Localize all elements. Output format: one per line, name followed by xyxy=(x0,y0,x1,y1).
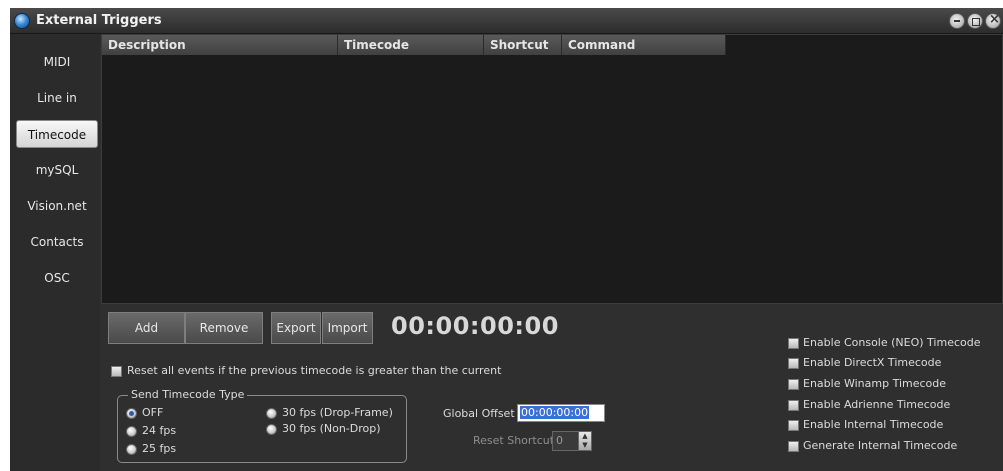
reset-shortcut-label: Reset Shortcut xyxy=(473,434,555,447)
send-timecode-type-title: Send Timecode Type xyxy=(128,388,248,401)
reset-events-checkbox[interactable] xyxy=(111,366,122,377)
stepper-arrows-icon[interactable]: ▲ ▼ xyxy=(578,432,591,450)
generate-internal-label: Generate Internal Timecode xyxy=(803,439,958,452)
sidebar-item-mysql[interactable]: mySQL xyxy=(16,156,98,184)
triggers-table[interactable]: Description Timecode Shortcut Command xyxy=(101,34,1003,304)
export-button[interactable]: Export xyxy=(271,312,321,344)
timecode-settings-panel: Add Remove Export Import 00:00:00:00 Res… xyxy=(101,304,1003,471)
radio-30fps-non-drop[interactable] xyxy=(266,424,277,435)
global-offset-input[interactable]: 00:00:00:00 xyxy=(517,404,605,422)
global-offset-label: Global Offset xyxy=(443,407,515,420)
radio-30fps-drop-frame-label: 30 fps (Drop-Frame) xyxy=(282,406,393,419)
import-button[interactable]: Import xyxy=(322,312,373,344)
maximize-button[interactable] xyxy=(967,13,983,29)
column-header-shortcut[interactable]: Shortcut xyxy=(484,35,562,55)
sidebar-item-line-in[interactable]: Line in xyxy=(16,84,98,112)
sidebar-item-osc[interactable]: OSC xyxy=(16,264,98,292)
window-title: External Triggers xyxy=(36,13,162,28)
sidebar-item-midi[interactable]: MIDI xyxy=(16,48,98,76)
timecode-display: 00:00:00:00 xyxy=(391,312,559,340)
radio-24fps-label: 24 fps xyxy=(142,424,177,437)
radio-24fps[interactable] xyxy=(126,426,137,437)
enable-adrienne-checkbox[interactable] xyxy=(788,400,799,411)
global-offset-value: 00:00:00:00 xyxy=(520,406,590,419)
sidebar: MIDI Line in Timecode mySQL Vision.net C… xyxy=(10,34,100,471)
enable-adrienne-label: Enable Adrienne Timecode xyxy=(803,398,951,411)
enable-winamp-label: Enable Winamp Timecode xyxy=(803,377,947,390)
enable-winamp-checkbox[interactable] xyxy=(788,379,799,390)
close-button[interactable] xyxy=(985,12,1001,29)
enable-directx-checkbox[interactable] xyxy=(788,358,799,369)
enable-internal-label: Enable Internal Timecode xyxy=(803,418,944,431)
reset-events-label: Reset all events if the previous timecod… xyxy=(127,364,502,377)
generate-internal-checkbox[interactable] xyxy=(788,441,799,452)
radio-30fps-drop-frame[interactable] xyxy=(266,408,277,419)
sidebar-item-vision-net[interactable]: Vision.net xyxy=(16,192,98,220)
radio-30fps-non-drop-label: 30 fps (Non-Drop) xyxy=(282,422,381,435)
column-header-timecode[interactable]: Timecode xyxy=(338,35,484,55)
radio-25fps-label: 25 fps xyxy=(142,442,177,455)
radio-off[interactable] xyxy=(126,408,137,419)
enable-directx-label: Enable DirectX Timecode xyxy=(803,356,942,369)
enable-internal-checkbox[interactable] xyxy=(788,420,799,431)
radio-off-label: OFF xyxy=(142,406,164,419)
enable-console-neo-checkbox[interactable] xyxy=(788,338,799,349)
remove-button[interactable]: Remove xyxy=(185,312,263,344)
column-header-command[interactable]: Command xyxy=(562,35,726,55)
enable-console-neo-label: Enable Console (NEO) Timecode xyxy=(803,336,981,349)
radio-25fps[interactable] xyxy=(126,444,137,455)
external-triggers-window: External Triggers MIDI Line in Timecode … xyxy=(10,8,1003,471)
reset-shortcut-stepper[interactable]: 0 ▲ ▼ xyxy=(552,431,592,451)
column-header-description[interactable]: Description xyxy=(102,35,338,55)
reset-shortcut-value: 0 xyxy=(556,434,563,447)
send-timecode-type-group: Send Timecode Type OFF 24 fps 25 fps 30 … xyxy=(117,388,407,463)
app-logo-icon xyxy=(14,13,30,29)
minimize-button[interactable] xyxy=(949,13,965,29)
sidebar-item-contacts[interactable]: Contacts xyxy=(16,228,98,256)
title-bar[interactable]: External Triggers xyxy=(10,8,1003,34)
add-button[interactable]: Add xyxy=(108,312,185,344)
sidebar-item-timecode[interactable]: Timecode xyxy=(16,120,98,148)
